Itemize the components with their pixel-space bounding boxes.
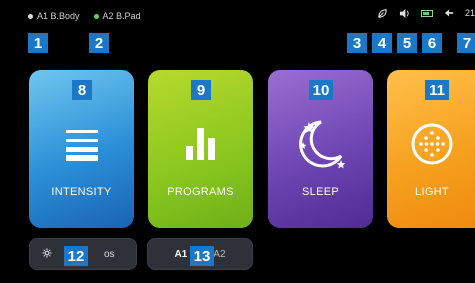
marker-7: 7 (457, 33, 475, 53)
light-label: LIGHT (415, 186, 449, 198)
device-a2-label: A2 B.Pad (102, 11, 141, 21)
left-edge (0, 0, 20, 283)
marker-11: 11 (425, 80, 449, 100)
bar-chart-icon (148, 114, 253, 174)
device-a2[interactable]: A2 B.Pad (93, 11, 141, 21)
marker-1: 1 (28, 33, 48, 53)
device-a1[interactable]: A1 B.Body (28, 11, 80, 21)
toggle-a2[interactable]: A2 (213, 249, 225, 260)
toggle-a1[interactable]: A1 (174, 249, 187, 260)
screen: A1 B.Body A2 B.Pad 21 1 2 3 4 5 6 7 8 IN… (0, 0, 475, 283)
marker-12: 12 (64, 246, 88, 266)
bluetooth-icon[interactable] (443, 7, 455, 19)
marker-9: 9 (191, 80, 211, 100)
sleep-tile[interactable]: 10 SLEEP (268, 70, 373, 228)
leaf-icon[interactable] (377, 7, 389, 19)
programs-label: PROGRAMS (167, 186, 234, 198)
light-dots-icon (387, 114, 475, 174)
marker-10: 10 (309, 80, 333, 100)
battery-icon (420, 9, 433, 17)
volume-icon[interactable] (399, 7, 411, 19)
status-bar-left: A1 B.Body A2 B.Pad (28, 8, 141, 24)
light-tile[interactable]: 11 LIGHT (387, 70, 475, 228)
intensity-tile[interactable]: 8 INTENSITY (29, 70, 134, 228)
settings-label: os (104, 248, 115, 260)
marker-13: 13 (190, 246, 214, 266)
moon-stars-icon (268, 114, 373, 174)
device-a1-label: A1 B.Body (37, 11, 80, 21)
status-dot-icon (93, 13, 99, 19)
intensity-label: INTENSITY (51, 186, 112, 198)
status-dot-icon (28, 13, 33, 19)
status-bar-right: 21 (377, 7, 475, 19)
marker-2: 2 (89, 33, 109, 53)
programs-tile[interactable]: 9 PROGRAMS (148, 70, 253, 228)
clock-time: 21 (464, 8, 475, 18)
gear-icon (42, 247, 52, 261)
marker-6: 6 (422, 33, 442, 53)
marker-4: 4 (372, 33, 392, 53)
marker-5: 5 (397, 33, 417, 53)
intensity-lines-icon (29, 114, 134, 174)
marker-8: 8 (72, 80, 92, 100)
marker-3: 3 (347, 33, 367, 53)
sleep-label: SLEEP (302, 186, 339, 198)
